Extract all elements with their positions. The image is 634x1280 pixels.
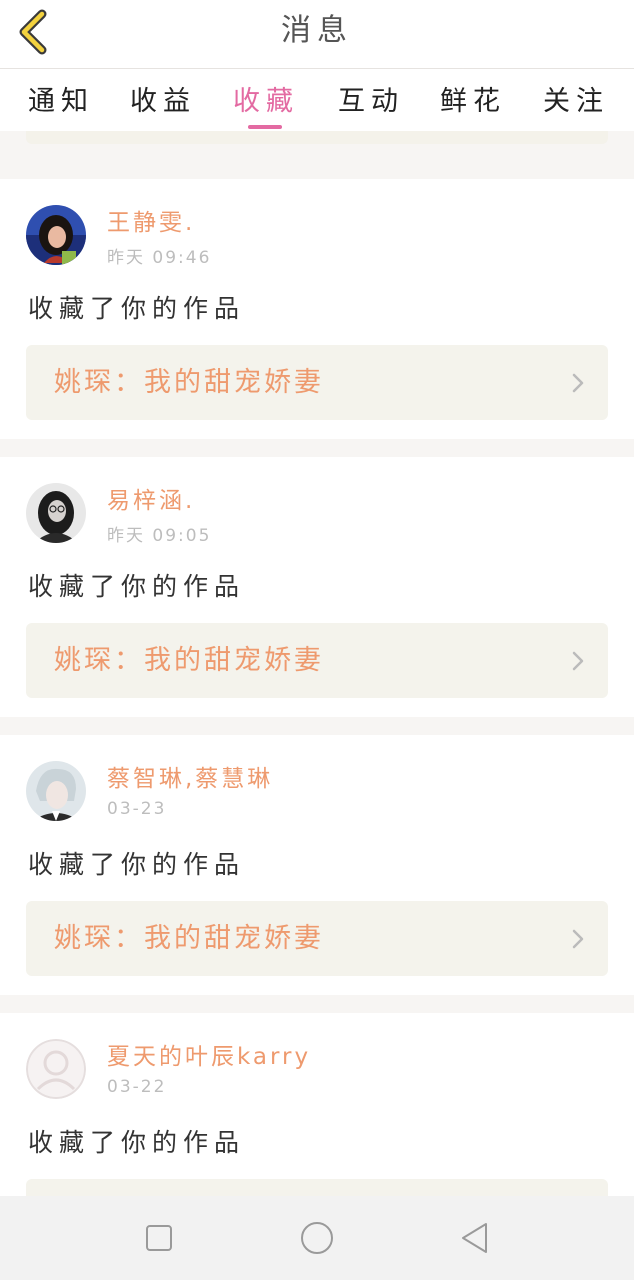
tab-interactions[interactable]: 互动 <box>338 79 404 123</box>
list-item: 王静雯. 昨天 09:46 收藏了你的作品 姚琛：我的甜宠娇妻 <box>0 179 634 439</box>
avatar-photo-girl-bw <box>26 483 86 543</box>
avatar-photo-silver-hair <box>26 761 86 821</box>
action-text: 收藏了你的作品 <box>28 1128 246 1157</box>
avatar[interactable] <box>26 761 86 821</box>
timestamp: 昨天 09:46 <box>107 248 212 268</box>
work-title: 姚琛：我的甜宠娇妻 <box>54 645 324 676</box>
tab-bar: 通知 收益 收藏 互动 鲜花 关注 <box>0 69 634 131</box>
avatar-default-user <box>26 1039 86 1099</box>
avatar[interactable] <box>26 1039 86 1099</box>
chevron-right-icon <box>572 929 584 949</box>
timestamp: 03-22 <box>107 1077 167 1097</box>
list-item: 易梓涵. 昨天 09:05 收藏了你的作品 姚琛：我的甜宠娇妻 <box>0 457 634 717</box>
action-text: 收藏了你的作品 <box>28 572 246 601</box>
avatar[interactable] <box>26 483 86 543</box>
work-title: 姚琛：我的甜宠娇妻 <box>54 367 324 398</box>
page-title: 消息 <box>281 13 353 48</box>
work-link[interactable]: 姚琛：我的甜宠娇妻 <box>26 901 608 976</box>
square-recent-icon <box>146 1225 172 1251</box>
recent-apps-button[interactable] <box>139 1218 179 1258</box>
active-tab-indicator <box>248 125 282 129</box>
timestamp: 昨天 09:05 <box>107 526 212 546</box>
work-title: 姚琛：我的甜宠娇妻 <box>54 923 324 954</box>
tab-flowers[interactable]: 鲜花 <box>440 79 506 123</box>
work-link[interactable]: 姚琛：我的甜宠娇妻 <box>26 623 608 698</box>
previous-work-card-edge <box>26 131 608 144</box>
user-name[interactable]: 王静雯. <box>107 203 195 237</box>
home-button[interactable] <box>297 1218 337 1258</box>
triangle-back-icon <box>462 1223 487 1253</box>
back-nav-button[interactable] <box>455 1218 495 1258</box>
tab-notifications[interactable]: 通知 <box>28 79 94 123</box>
user-name[interactable]: 蔡智琳,蔡慧琳 <box>107 759 273 793</box>
circle-home-icon <box>301 1222 333 1254</box>
action-text: 收藏了你的作品 <box>28 850 246 879</box>
user-name[interactable]: 易梓涵. <box>107 481 195 515</box>
chevron-right-icon <box>572 651 584 671</box>
app-header: 消息 <box>0 0 634 69</box>
tab-follows[interactable]: 关注 <box>543 79 609 123</box>
list-item: 蔡智琳,蔡慧琳 03-23 收藏了你的作品 姚琛：我的甜宠娇妻 <box>0 735 634 995</box>
tab-favorites[interactable]: 收藏 <box>233 79 299 123</box>
tab-earnings[interactable]: 收益 <box>130 79 196 123</box>
action-text: 收藏了你的作品 <box>28 294 246 323</box>
avatar[interactable] <box>26 205 86 265</box>
timestamp: 03-23 <box>107 799 167 819</box>
work-link[interactable]: 姚琛：我的甜宠娇妻 <box>26 345 608 420</box>
chevron-right-icon <box>572 373 584 393</box>
system-navigation-bar <box>0 1196 634 1280</box>
user-name[interactable]: 夏天的叶辰karry <box>107 1037 311 1071</box>
avatar-photo-girl-dark-hair <box>26 205 86 265</box>
